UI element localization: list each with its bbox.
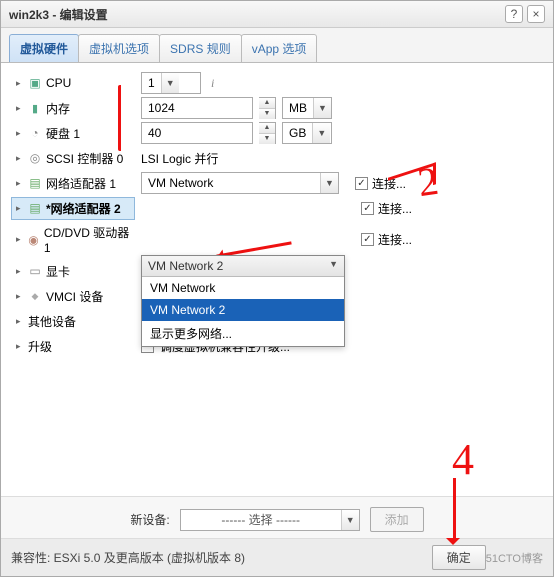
window-title: win2k3 - 编辑设置 xyxy=(9,6,501,23)
ok-button[interactable]: 确定 xyxy=(432,545,486,570)
cpu-select[interactable]: 1▼ xyxy=(141,72,201,94)
close-icon[interactable]: × xyxy=(527,5,545,23)
memory-label: 内存 xyxy=(46,100,70,117)
other-label: 其他设备 xyxy=(28,313,76,330)
cpu-icon xyxy=(28,76,42,90)
nic1-network-select[interactable]: VM Network▼ xyxy=(141,172,339,194)
disk-icon xyxy=(28,126,42,140)
row-disk[interactable]: ▸硬盘 1 xyxy=(11,122,135,145)
new-device-footer: 新设备: ------ 选择 ------▼ 添加 xyxy=(1,496,553,538)
scsi-label: SCSI 控制器 0 xyxy=(46,150,123,167)
disk-value[interactable]: 40 xyxy=(141,122,253,144)
nic2-label: *网络适配器 2 xyxy=(46,200,121,217)
scsi-icon xyxy=(28,151,42,165)
nic2-connect-checkbox[interactable]: ✓ xyxy=(361,202,374,215)
vmci-label: VMCI 设备 xyxy=(46,288,103,305)
chevron-down-icon: ▼ xyxy=(341,510,359,530)
cd-connect-checkbox[interactable]: ✓ xyxy=(361,233,374,246)
nic1-connect-label: 连接... xyxy=(372,175,406,192)
dropdown-option-vm-network[interactable]: VM Network xyxy=(142,277,344,299)
cdrom-label: CD/DVD 驱动器 1 xyxy=(44,224,130,255)
add-button: 添加 xyxy=(370,507,424,532)
info-icon: i xyxy=(211,76,214,91)
memory-value[interactable]: 1024 xyxy=(141,97,253,119)
row-other[interactable]: ▸其他设备 xyxy=(11,310,135,333)
row-nic2[interactable]: ▸*网络适配器 2 xyxy=(11,197,135,220)
row-cdrom[interactable]: ▸CD/DVD 驱动器 1 xyxy=(11,221,135,258)
nic-icon xyxy=(28,201,42,215)
upgrade-label: 升级 xyxy=(28,338,52,355)
row-cpu[interactable]: ▸CPU xyxy=(11,73,135,93)
cpu-label: CPU xyxy=(46,76,71,90)
nic2-network-dropdown[interactable]: VM Network 2▼ VM Network VM Network 2 显示… xyxy=(141,255,345,347)
scsi-value: LSI Logic 并行 xyxy=(141,150,218,167)
dropdown-option-vm-network-2[interactable]: VM Network 2 xyxy=(142,299,344,321)
memory-unit[interactable]: MB▼ xyxy=(282,97,332,119)
disk-label: 硬盘 1 xyxy=(46,125,80,142)
row-scsi[interactable]: ▸SCSI 控制器 0 xyxy=(11,147,135,170)
nic1-connect-checkbox[interactable]: ✓ xyxy=(355,177,368,190)
disk-unit[interactable]: GB▼ xyxy=(282,122,332,144)
dropdown-header[interactable]: VM Network 2▼ xyxy=(142,256,344,277)
chevron-down-icon: ▼ xyxy=(320,173,338,193)
help-icon[interactable]: ? xyxy=(505,5,523,23)
memory-icon xyxy=(28,101,42,115)
chevron-down-icon: ▼ xyxy=(161,73,179,93)
nic1-label: 网络适配器 1 xyxy=(46,175,116,192)
tab-hardware[interactable]: 虚拟硬件 xyxy=(9,34,79,62)
gpu-label: 显卡 xyxy=(46,263,70,280)
tab-sdrs[interactable]: SDRS 规则 xyxy=(159,34,242,62)
titlebar: win2k3 - 编辑设置 ? × xyxy=(1,1,553,28)
tab-bar: 虚拟硬件 虚拟机选项 SDRS 规则 vApp 选项 xyxy=(1,28,553,63)
gpu-icon xyxy=(28,264,42,278)
tab-vm-options[interactable]: 虚拟机选项 xyxy=(78,34,160,62)
nic-icon xyxy=(28,176,42,190)
compat-text: 兼容性: ESXi 5.0 及更高版本 (虚拟机版本 8) xyxy=(11,549,245,566)
memory-spinner[interactable]: ▲▼ xyxy=(259,97,276,119)
new-device-label: 新设备: xyxy=(130,511,169,528)
tab-vapp[interactable]: vApp 选项 xyxy=(241,34,318,62)
row-upgrade[interactable]: ▸升级 xyxy=(11,335,135,358)
new-device-select[interactable]: ------ 选择 ------▼ xyxy=(180,509,360,531)
row-vmci[interactable]: ▸VMCI 设备 xyxy=(11,285,135,308)
chevron-down-icon: ▼ xyxy=(329,259,338,273)
row-gpu[interactable]: ▸显卡 xyxy=(11,260,135,283)
row-memory[interactable]: ▸内存 xyxy=(11,97,135,120)
cd-connect-label: 连接... xyxy=(378,231,412,248)
vmci-icon xyxy=(28,289,42,303)
nic2-connect-label: 连接... xyxy=(378,200,412,217)
disk-spinner[interactable]: ▲▼ xyxy=(259,122,276,144)
compat-footer: 兼容性: ESXi 5.0 及更高版本 (虚拟机版本 8) 确定 51CTO博客 xyxy=(1,538,553,576)
hardware-list: ▸CPU 1▼ i ▸内存 1024▲▼ MB▼ ▸硬盘 1 40▲▼ GB▼ … xyxy=(1,63,553,496)
cd-icon xyxy=(27,233,40,247)
watermark: 51CTO博客 xyxy=(486,550,543,566)
dropdown-option-more[interactable]: 显示更多网络... xyxy=(142,321,344,346)
row-nic1[interactable]: ▸网络适配器 1 xyxy=(11,172,135,195)
